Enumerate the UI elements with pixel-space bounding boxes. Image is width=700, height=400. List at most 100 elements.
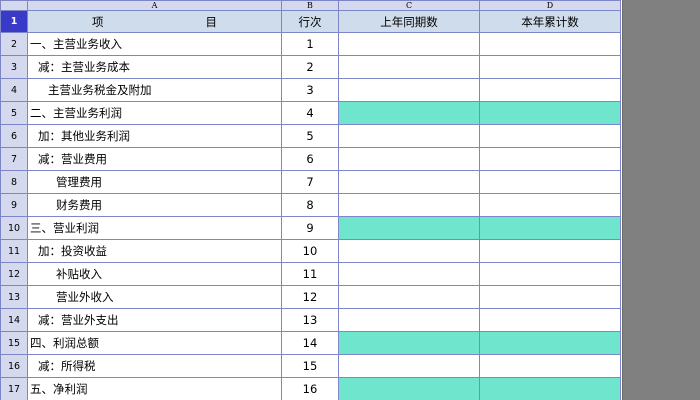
prior-year-cell[interactable] bbox=[338, 170, 480, 194]
row-header[interactable]: 4 bbox=[0, 78, 28, 102]
item-label: 加：其他业务利润 bbox=[38, 129, 130, 143]
row-header[interactable]: 2 bbox=[0, 32, 28, 56]
seq-cell[interactable]: 10 bbox=[281, 239, 339, 263]
row-header[interactable]: 8 bbox=[0, 170, 28, 194]
row-header[interactable]: 3 bbox=[0, 55, 28, 79]
item-header-cell[interactable]: 项 目 bbox=[27, 10, 282, 33]
seq-cell[interactable]: 6 bbox=[281, 147, 339, 171]
seq-cell[interactable]: 9 bbox=[281, 216, 339, 240]
seq-cell[interactable]: 4 bbox=[281, 101, 339, 125]
seq-cell[interactable]: 16 bbox=[281, 377, 339, 400]
seq-cell[interactable]: 2 bbox=[281, 55, 339, 79]
current-year-cell[interactable] bbox=[479, 170, 621, 194]
item-label-cell[interactable]: 四、利润总额 bbox=[27, 331, 282, 355]
item-label-cell[interactable]: 加：其他业务利润 bbox=[27, 124, 282, 148]
item-label-cell[interactable]: 主营业务税金及附加 bbox=[27, 78, 282, 102]
prior-year-cell[interactable] bbox=[338, 285, 480, 309]
prior-year-cell[interactable] bbox=[338, 55, 480, 79]
current-year-header-cell[interactable]: 本年累计数 bbox=[479, 10, 621, 33]
seq-cell[interactable]: 7 bbox=[281, 170, 339, 194]
prior-year-cell[interactable] bbox=[338, 331, 480, 355]
prior-year-cell[interactable] bbox=[338, 124, 480, 148]
row-header[interactable]: 12 bbox=[0, 262, 28, 286]
prior-year-cell[interactable] bbox=[338, 101, 480, 125]
current-year-cell[interactable] bbox=[479, 262, 621, 286]
seq-cell[interactable]: 12 bbox=[281, 285, 339, 309]
prior-year-cell[interactable] bbox=[338, 239, 480, 263]
current-year-cell[interactable] bbox=[479, 331, 621, 355]
item-label-cell[interactable]: 管理费用 bbox=[27, 170, 282, 194]
seq-cell[interactable]: 13 bbox=[281, 308, 339, 332]
column-header-c[interactable]: C bbox=[338, 0, 480, 11]
item-label: 减：营业外支出 bbox=[38, 313, 119, 327]
spreadsheet-grid[interactable]: A B C D 1 项 目 行次 上年同期数 本年累计数 2 一、主营业务收入 1 3… bbox=[0, 0, 623, 400]
current-year-cell[interactable] bbox=[479, 124, 621, 148]
prior-year-header-cell[interactable]: 上年同期数 bbox=[338, 10, 480, 33]
item-label: 四、利润总额 bbox=[30, 336, 99, 350]
current-year-cell[interactable] bbox=[479, 101, 621, 125]
row-header[interactable]: 14 bbox=[0, 308, 28, 332]
prior-year-cell[interactable] bbox=[338, 216, 480, 240]
row-header[interactable]: 16 bbox=[0, 354, 28, 378]
prior-year-cell[interactable] bbox=[338, 354, 480, 378]
current-year-cell[interactable] bbox=[479, 193, 621, 217]
item-label-cell[interactable]: 一、主营业务收入 bbox=[27, 32, 282, 56]
seq-cell[interactable]: 1 bbox=[281, 32, 339, 56]
item-label-cell[interactable]: 五、净利润 bbox=[27, 377, 282, 400]
column-header-b[interactable]: B bbox=[281, 0, 339, 11]
seq-cell[interactable]: 14 bbox=[281, 331, 339, 355]
column-header-a[interactable]: A bbox=[27, 0, 282, 11]
prior-year-cell[interactable] bbox=[338, 78, 480, 102]
current-year-cell[interactable] bbox=[479, 377, 621, 400]
item-label-cell[interactable]: 减：营业外支出 bbox=[27, 308, 282, 332]
row-header[interactable]: 15 bbox=[0, 331, 28, 355]
current-year-cell[interactable] bbox=[479, 55, 621, 79]
table-row: 8 管理费用 7 bbox=[0, 170, 621, 194]
current-year-cell[interactable] bbox=[479, 32, 621, 56]
prior-year-cell[interactable] bbox=[338, 147, 480, 171]
current-year-cell[interactable] bbox=[479, 308, 621, 332]
row-header[interactable]: 10 bbox=[0, 216, 28, 240]
item-label-cell[interactable]: 减：主营业务成本 bbox=[27, 55, 282, 79]
current-year-cell[interactable] bbox=[479, 78, 621, 102]
current-year-cell[interactable] bbox=[479, 147, 621, 171]
item-label-cell[interactable]: 减：营业费用 bbox=[27, 147, 282, 171]
prior-year-cell[interactable] bbox=[338, 32, 480, 56]
row-header[interactable]: 11 bbox=[0, 239, 28, 263]
table-row: 9 财务费用 8 bbox=[0, 193, 621, 217]
prior-year-cell[interactable] bbox=[338, 262, 480, 286]
row-header[interactable]: 5 bbox=[0, 101, 28, 125]
select-all-corner[interactable] bbox=[0, 0, 28, 11]
prior-year-cell[interactable] bbox=[338, 193, 480, 217]
current-year-cell[interactable] bbox=[479, 354, 621, 378]
item-label-cell[interactable]: 营业外收入 bbox=[27, 285, 282, 309]
prior-year-cell[interactable] bbox=[338, 377, 480, 400]
column-header-d[interactable]: D bbox=[479, 0, 621, 11]
table-row: 13 营业外收入 12 bbox=[0, 285, 621, 309]
current-year-cell[interactable] bbox=[479, 285, 621, 309]
seq-cell[interactable]: 8 bbox=[281, 193, 339, 217]
item-label-cell[interactable]: 财务费用 bbox=[27, 193, 282, 217]
row-header[interactable]: 9 bbox=[0, 193, 28, 217]
item-label-cell[interactable]: 减：所得税 bbox=[27, 354, 282, 378]
item-label-cell[interactable]: 二、主营业务利润 bbox=[27, 101, 282, 125]
item-label-cell[interactable]: 加：投资收益 bbox=[27, 239, 282, 263]
seq-cell[interactable]: 5 bbox=[281, 124, 339, 148]
item-label: 一、主营业务收入 bbox=[30, 37, 122, 51]
prior-year-cell[interactable] bbox=[338, 308, 480, 332]
seq-cell[interactable]: 15 bbox=[281, 354, 339, 378]
current-year-cell[interactable] bbox=[479, 239, 621, 263]
table-row: 6 加：其他业务利润 5 bbox=[0, 124, 621, 148]
row-header[interactable]: 7 bbox=[0, 147, 28, 171]
row-header[interactable]: 13 bbox=[0, 285, 28, 309]
seq-cell[interactable]: 3 bbox=[281, 78, 339, 102]
seq-cell[interactable]: 11 bbox=[281, 262, 339, 286]
row-header[interactable]: 6 bbox=[0, 124, 28, 148]
row-header[interactable]: 17 bbox=[0, 377, 28, 400]
item-label-cell[interactable]: 三、营业利润 bbox=[27, 216, 282, 240]
item-header-right: 目 bbox=[205, 14, 218, 29]
seq-header-cell[interactable]: 行次 bbox=[281, 10, 339, 33]
item-label-cell[interactable]: 补贴收入 bbox=[27, 262, 282, 286]
current-year-cell[interactable] bbox=[479, 216, 621, 240]
row-header-1[interactable]: 1 bbox=[0, 10, 28, 33]
